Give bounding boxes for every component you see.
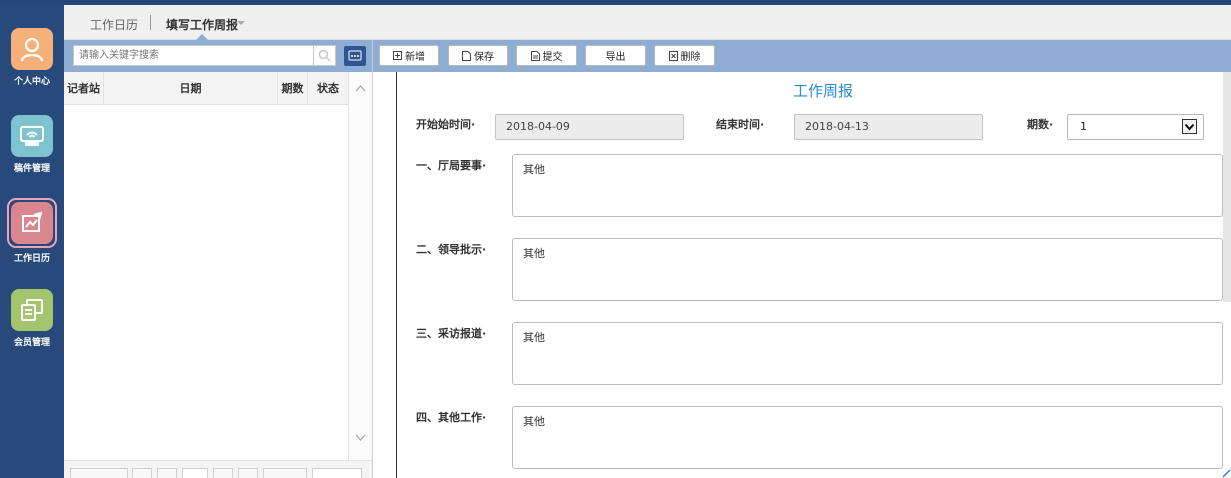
export-button-label: 导出 bbox=[605, 52, 626, 63]
section-textarea-instructions[interactable]: 其他 bbox=[512, 238, 1223, 301]
page-size-select[interactable] bbox=[312, 468, 362, 478]
delete-button-label: 删除 bbox=[680, 52, 701, 63]
chevron-down-icon[interactable] bbox=[237, 21, 245, 25]
period-select[interactable]: 1 bbox=[1067, 114, 1204, 140]
tab-bar: 工作日历 填写工作周报 bbox=[64, 5, 1231, 40]
period-select-value: 1 bbox=[1080, 120, 1087, 133]
column-header[interactable]: 状态 bbox=[308, 72, 348, 105]
last-page-button[interactable] bbox=[238, 468, 258, 478]
resize-handle-icon[interactable] bbox=[1222, 468, 1231, 478]
save-button-label: 保存 bbox=[474, 52, 494, 63]
search-input[interactable] bbox=[73, 45, 314, 66]
scroll-up-icon[interactable] bbox=[355, 84, 366, 92]
nav-label: 工作日历 bbox=[13, 254, 50, 264]
user-icon bbox=[11, 28, 53, 70]
export-button[interactable]: 导出 bbox=[585, 45, 646, 66]
column-header[interactable]: 期数 bbox=[278, 72, 308, 105]
add-icon bbox=[393, 51, 402, 60]
active-frame bbox=[7, 198, 57, 248]
form-toolbar: 新增 保存 提交 导出 删除 bbox=[373, 40, 1231, 72]
list-grid-body bbox=[64, 105, 348, 460]
nav-label: 个人中心 bbox=[13, 77, 50, 87]
list-grid-header: 记者站 日期 期数 状态 bbox=[64, 72, 348, 105]
nav-label: 稿件管理 bbox=[13, 164, 50, 174]
start-time-label: 开始始时间· bbox=[416, 118, 476, 131]
next-page-button[interactable] bbox=[213, 468, 233, 478]
form-scrollbar[interactable] bbox=[1223, 72, 1231, 302]
search-icon bbox=[318, 49, 331, 62]
search-button[interactable] bbox=[314, 45, 336, 66]
delete-icon bbox=[668, 50, 678, 61]
list-pager bbox=[64, 460, 372, 478]
list-scrollbar[interactable] bbox=[348, 72, 372, 460]
left-nav: 个人中心 稿件管理 工作日历 会员管理 bbox=[0, 5, 64, 478]
section-textarea-affairs[interactable]: 其他 bbox=[512, 154, 1223, 217]
delete-button[interactable]: 删除 bbox=[654, 45, 715, 66]
nav-label: 会员管理 bbox=[13, 338, 50, 348]
section-label-affairs: 一、厅局要事· bbox=[416, 159, 487, 172]
nav-item-manuscript[interactable]: 稿件管理 bbox=[0, 115, 64, 174]
nav-item-personal-center[interactable]: 个人中心 bbox=[0, 28, 64, 87]
column-header[interactable]: 日期 bbox=[104, 72, 278, 105]
section-textarea-reports[interactable]: 其他 bbox=[512, 322, 1223, 385]
tab-fill-weekly-report[interactable]: 填写工作周报 bbox=[166, 16, 238, 33]
more-options-icon bbox=[348, 50, 362, 61]
tab-separator bbox=[150, 15, 151, 30]
add-button-label: 新增 bbox=[405, 52, 425, 63]
scroll-down-icon[interactable] bbox=[355, 434, 366, 442]
end-date-field[interactable]: 2018-04-13 bbox=[794, 114, 983, 140]
more-button[interactable] bbox=[344, 46, 366, 66]
submit-button[interactable]: 提交 bbox=[516, 45, 577, 66]
submit-button-label: 提交 bbox=[542, 52, 563, 63]
nav-item-work-calendar[interactable]: 工作日历 bbox=[0, 198, 64, 264]
form-border-line bbox=[396, 72, 397, 478]
section-label-instructions: 二、领导批示· bbox=[416, 243, 487, 256]
save-button[interactable]: 保存 bbox=[448, 45, 508, 66]
nav-item-member[interactable]: 会员管理 bbox=[0, 289, 64, 348]
pager-button[interactable] bbox=[70, 468, 128, 478]
member-card-icon bbox=[11, 289, 53, 331]
printer-icon bbox=[11, 115, 53, 157]
page-number-input[interactable] bbox=[182, 468, 208, 478]
save-icon bbox=[462, 50, 471, 61]
submit-icon bbox=[530, 50, 540, 61]
list-search-bar bbox=[64, 40, 372, 72]
first-page-button[interactable] bbox=[132, 468, 152, 478]
prev-page-button[interactable] bbox=[157, 468, 177, 478]
section-label-reports: 三、采访报道· bbox=[416, 327, 487, 340]
section-textarea-other[interactable]: 其他 bbox=[512, 406, 1223, 469]
chevron-down-icon[interactable] bbox=[1182, 119, 1197, 134]
period-label: 期数· bbox=[1027, 118, 1054, 131]
form-title: 工作周报 bbox=[792, 82, 853, 100]
column-header[interactable]: 记者站 bbox=[64, 72, 104, 105]
end-time-label: 结束时间· bbox=[716, 118, 765, 131]
edit-chart-icon bbox=[11, 202, 53, 244]
add-button[interactable]: 新增 bbox=[379, 45, 439, 66]
tab-work-calendar[interactable]: 工作日历 bbox=[90, 16, 138, 33]
pager-button[interactable] bbox=[263, 468, 307, 478]
start-date-field[interactable]: 2018-04-09 bbox=[495, 114, 684, 140]
section-label-other: 四、其他工作· bbox=[416, 411, 487, 424]
